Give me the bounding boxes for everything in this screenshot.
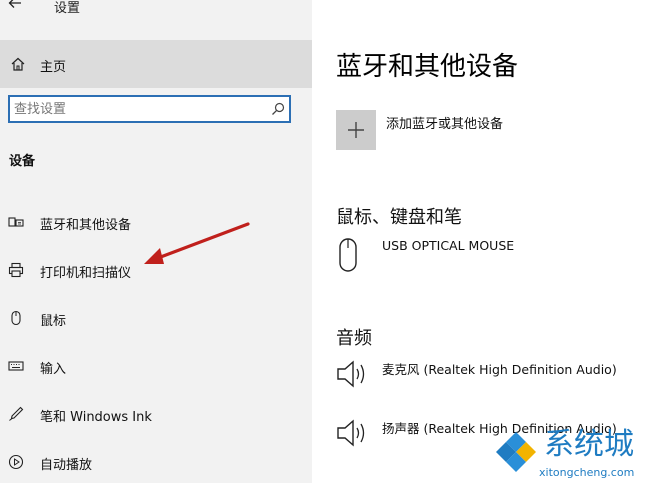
sidebar-item-label: 自动播放 [40,458,93,473]
section-title-mouse-keyboard-pen: 鼠标、键盘和笔 [336,207,462,228]
printer-icon [8,262,24,278]
sidebar-item-home[interactable]: 主页 [0,40,312,88]
home-icon [10,56,26,72]
sidebar-item-label: 鼠标 [40,314,67,329]
search-icon[interactable] [271,101,285,115]
sidebar-item-label: 蓝牙和其他设备 [40,218,132,233]
bluetooth-devices-icon [8,214,24,230]
sidebar-item-pen[interactable]: 笔和 Windows Ink [0,394,312,434]
device-item[interactable]: 麦克风 (Realtek High Definition Audio) [336,359,636,405]
sidebar-item-label: 输入 [40,362,67,377]
page-title: 蓝牙和其他设备 [336,52,519,82]
plus-icon [348,122,364,138]
annotation-arrow-icon [144,222,250,264]
section-title-audio: 音频 [336,328,372,349]
mouse-icon [336,238,360,276]
watermark-text: 系统城 [544,427,634,462]
speaker-icon [336,359,370,393]
back-arrow-icon[interactable] [8,0,26,14]
pen-icon [8,406,24,422]
sidebar-item-autoplay[interactable]: 自动播放 [0,442,312,482]
add-device-label[interactable]: 添加蓝牙或其他设备 [386,113,503,132]
app-title: 设置 [54,1,81,16]
sidebar-home-label: 主页 [40,60,67,75]
main-content: 蓝牙和其他设备 添加蓝牙或其他设备 鼠标、键盘和笔 USB OPTICAL MO… [312,0,646,483]
sidebar-item-label: 打印机和扫描仪 [40,266,132,281]
device-name: 麦克风 (Realtek High Definition Audio) [382,362,617,377]
sidebar: 设置 主页 设备 蓝牙和其他设备 打印机和扫描仪 鼠标 [0,0,312,483]
search-box[interactable] [8,95,291,123]
device-name: USB OPTICAL MOUSE [382,238,515,253]
watermark-url: xitongcheng.com [539,466,635,479]
sidebar-item-typing[interactable]: 输入 [0,346,312,386]
sidebar-item-mouse[interactable]: 鼠标 [0,298,312,338]
autoplay-icon [8,454,24,470]
speaker-icon [336,418,370,452]
watermark-logo-icon [496,432,536,472]
keyboard-icon [8,358,24,374]
add-device-button[interactable] [336,110,376,150]
mouse-icon [8,310,24,326]
title-bar: 设置 [0,0,312,28]
watermark: 系统城 xitongcheng.com [494,428,646,483]
device-item[interactable]: USB OPTICAL MOUSE [336,238,636,284]
search-input[interactable] [10,97,264,121]
sidebar-item-label: 笔和 Windows Ink [40,410,152,425]
section-title-devices: 设备 [9,154,36,169]
